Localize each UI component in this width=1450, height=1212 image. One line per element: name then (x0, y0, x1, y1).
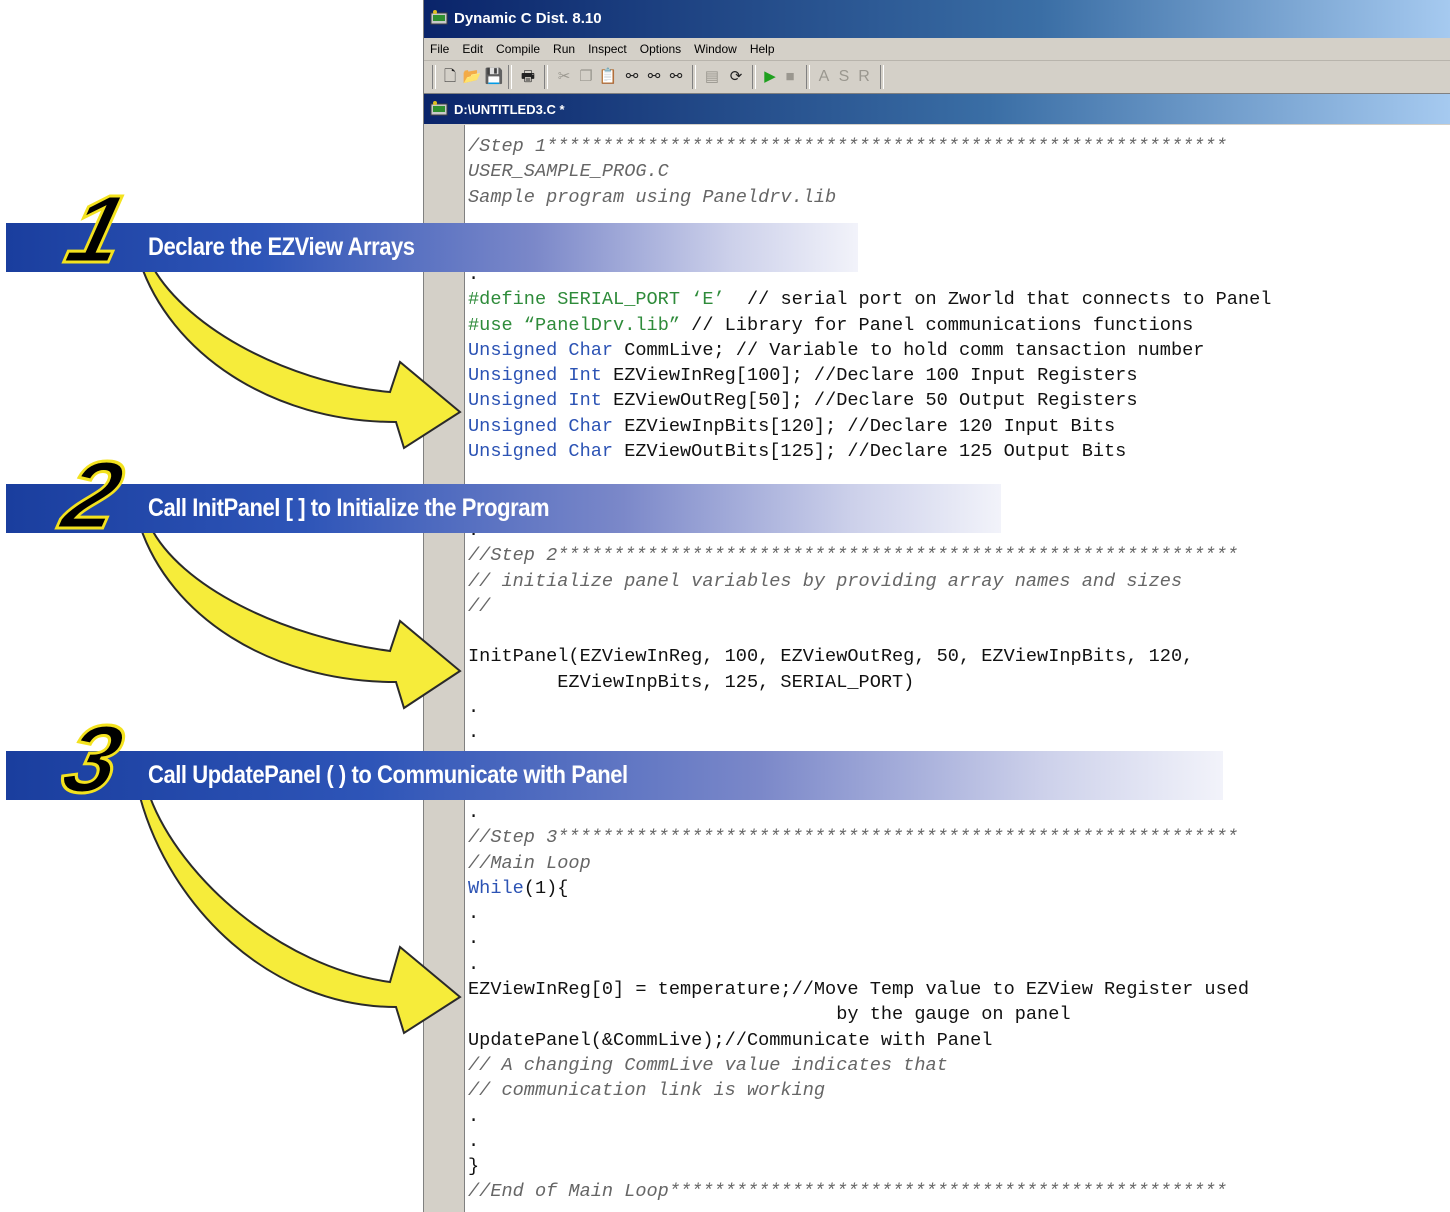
menu-edit[interactable]: Edit (456, 38, 490, 56)
code-line: //Step 2********************************… (468, 545, 1238, 567)
toolbar-separator (508, 65, 512, 89)
code-step3: . //Step 3******************************… (468, 800, 1249, 1205)
code-line: // (468, 595, 491, 617)
code-keyword: #define SERIAL_PORT (468, 289, 692, 311)
code-string: “PanelDrv.lib” (523, 314, 681, 336)
code-keyword: Unsigned Char (468, 339, 614, 361)
code-line: UpdatePanel(&CommLive);//Communicate wit… (468, 1029, 993, 1051)
copy-icon[interactable]: ❐ (576, 67, 596, 87)
code-line: // initialize panel variables by providi… (468, 570, 1183, 592)
stop-icon[interactable]: ■ (780, 67, 800, 87)
toolbar-separator (432, 65, 436, 89)
code-comment: // serial port on Zworld that connects t… (724, 289, 1272, 311)
code-keyword: Unsigned Char (468, 441, 614, 463)
step2-label: Call InitPanel [ ] to Initialize the Pro… (148, 494, 550, 522)
code-line: (1){ (523, 877, 569, 899)
window-title: Dynamic C Dist. 8.10 (454, 10, 602, 27)
toolbar-separator (752, 65, 756, 89)
menu-file[interactable]: File (424, 38, 456, 56)
step3-arrow (138, 796, 462, 1035)
code-line: /Step 1*********************************… (468, 136, 1227, 157)
code-line: } (468, 1156, 480, 1178)
code-line: EZViewInReg[0] = temperature;//Move Temp… (468, 979, 1250, 1001)
toolbar-separator (880, 65, 884, 89)
code-keyword: Unsigned Int (468, 365, 602, 387)
menu-inspect[interactable]: Inspect (582, 38, 634, 56)
code-line: InitPanel(EZViewInReg, 100, EZViewOutReg… (468, 646, 1194, 668)
code-line: //End of Main Loop**********************… (468, 1181, 1227, 1203)
cut-icon[interactable]: ✂ (554, 67, 574, 87)
code-keyword: Unsigned Int (468, 390, 602, 412)
menu-window[interactable]: Window (688, 38, 744, 56)
code-line: EZViewOutReg[50]; //Declare 50 Output Re… (601, 390, 1138, 412)
code-line: // communication link is working (468, 1080, 826, 1102)
menu-bar: File Edit Compile Run Inspect Options Window He… (424, 38, 1450, 61)
save-icon[interactable]: 💾 (484, 67, 504, 87)
code-line: by the gauge on panel (468, 1004, 1071, 1026)
code-line: Sample program using Paneldrv.lib (468, 186, 837, 208)
code-keyword: #use (468, 314, 524, 336)
toolbar-letter-s[interactable]: S (834, 67, 854, 87)
toolbar-separator (806, 65, 810, 89)
toolbar-letter-r[interactable]: R (854, 67, 874, 87)
code-comment: // Library for Panel communications func… (680, 314, 1194, 336)
paste-icon[interactable]: 📋 (598, 67, 618, 87)
code-line: //Step 3********************************… (468, 827, 1238, 849)
code-step2: . //Step 2******************************… (468, 518, 1238, 746)
code-line: EZViewInpBits[120]; //Declare 120 Input … (613, 415, 1116, 437)
code-line: //Main Loop (468, 852, 591, 874)
code-line: CommLive; // Variable to hold comm tansa… (613, 339, 1205, 361)
title-bar: Dynamic C Dist. 8.10 (424, 0, 1450, 38)
code-keyword: While (468, 877, 524, 899)
code-line: . (468, 1105, 480, 1127)
debug-icon[interactable]: ⟳ (726, 67, 746, 87)
menu-run[interactable]: Run (547, 38, 582, 56)
toolbar-separator (692, 65, 696, 89)
print-icon[interactable]: 🖶 (518, 67, 538, 87)
step1-banner: Declare the EZView Arrays (6, 223, 858, 272)
code-line: EZViewOutBits[125]; //Declare 125 Output… (613, 441, 1127, 463)
new-file-icon[interactable]: 🗋 (440, 67, 460, 87)
toolbar-letter-a[interactable]: A (814, 67, 834, 87)
find-icon[interactable]: ⚯ (622, 67, 642, 87)
toolbar: 🗋 📂 💾 🖶 ✂ ❐ 📋 ⚯ ⚯ ⚯ ▤ ⟳ ▶ ■ A S R (424, 61, 1450, 94)
code-header: /Step 1*********************************… (468, 134, 1227, 210)
app-icon (430, 10, 448, 25)
code-line: EZViewInReg[100]; //Declare 100 Input Re… (601, 365, 1138, 387)
menu-help[interactable]: Help (744, 38, 782, 56)
code-string: ‘E’ (691, 289, 725, 311)
step3-banner: Call UpdatePanel ( ) to Communicate with… (6, 751, 1223, 800)
document-title-bar[interactable]: D:\UNTITLED3.C * (424, 94, 1450, 124)
toolbar-separator (544, 65, 548, 89)
find-next-icon[interactable]: ⚯ (644, 67, 664, 87)
code-keyword: Unsigned Char (468, 415, 614, 437)
replace-icon[interactable]: ⚯ (666, 67, 686, 87)
document-title: D:\UNTITLED3.C * (454, 102, 565, 117)
step3-label: Call UpdatePanel ( ) to Communicate with… (148, 761, 628, 789)
code-line: . (468, 1130, 480, 1152)
run-icon[interactable]: ▶ (760, 67, 780, 87)
step2-banner: Call InitPanel [ ] to Initialize the Pro… (6, 484, 1001, 533)
code-line: EZViewInpBits, 125, SERIAL_PORT) (468, 671, 915, 693)
open-folder-icon[interactable]: 📂 (462, 67, 482, 87)
step1-label: Declare the EZView Arrays (148, 233, 415, 261)
code-line: // A changing CommLive value indicates t… (468, 1054, 948, 1076)
compile-icon[interactable]: ▤ (702, 67, 722, 87)
code-declarations: . #define SERIAL_PORT ‘E’ // serial port… (468, 262, 1271, 464)
menu-compile[interactable]: Compile (490, 38, 547, 56)
code-line: USER_SAMPLE_PROG.C (468, 161, 669, 183)
document-icon (430, 101, 448, 116)
menu-options[interactable]: Options (634, 38, 688, 56)
